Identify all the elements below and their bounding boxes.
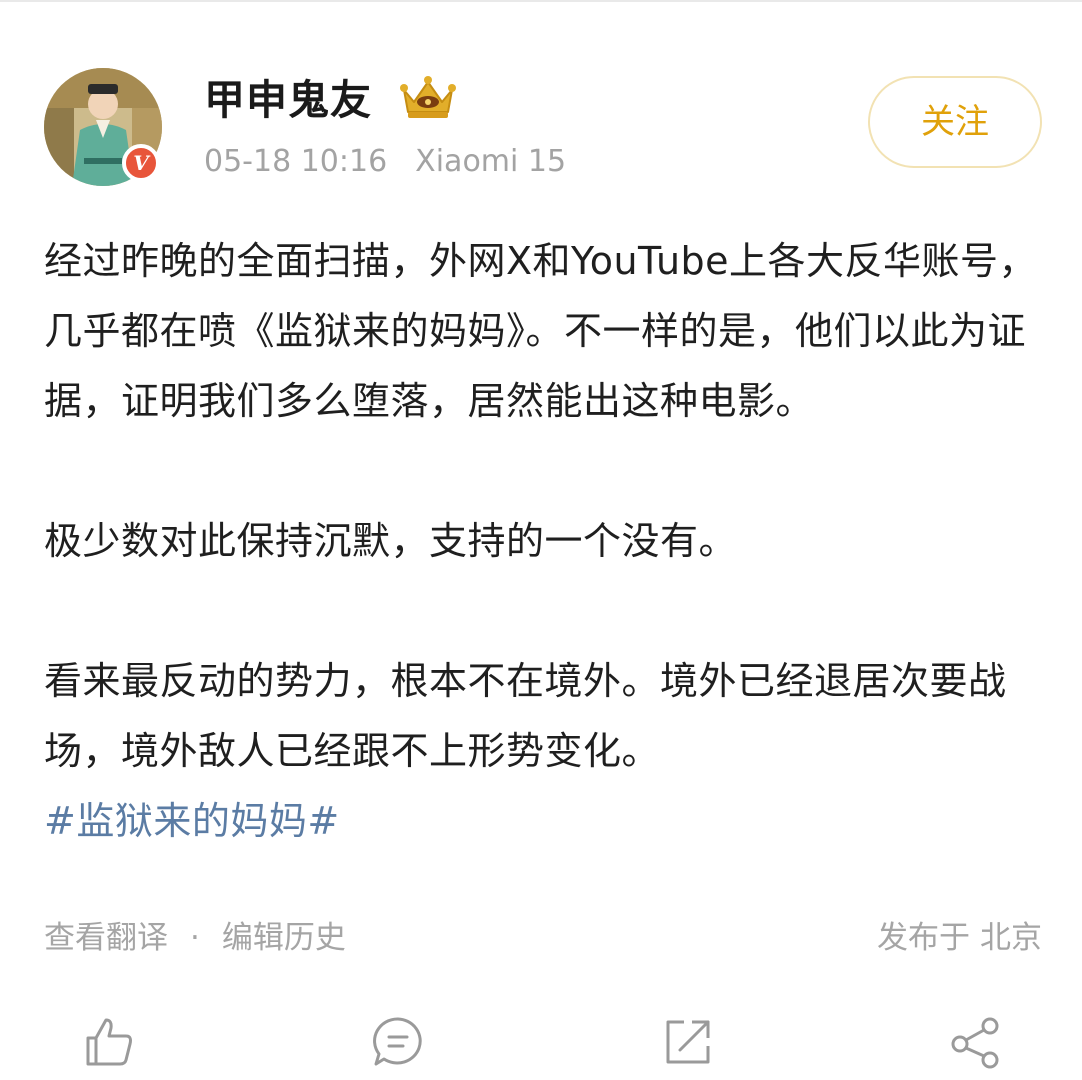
separator-dot: · (190, 920, 200, 956)
post-time: 05-18 10:16 (204, 144, 388, 179)
post-meta: 05-18 10:16 Xiaomi 15 (204, 142, 566, 182)
follow-button[interactable]: 关注 (868, 76, 1042, 168)
thumbs-up-icon (86, 1018, 132, 1066)
like-button[interactable] (80, 1014, 136, 1070)
repost-button[interactable] (660, 1014, 716, 1070)
post-footer-links: 查看翻译 · 编辑历史 (44, 916, 346, 960)
weibo-post-screen: V 甲申鬼友 05-18 10:16 Xiaomi 15 关注 经过昨晚的全面扫描… (0, 0, 1082, 1080)
hashtag-link[interactable]: #监狱来的妈妈# (44, 799, 340, 843)
share-icon (951, 1017, 999, 1069)
post-body: 经过昨晚的全面扫描，外网X和YouTube上各大反华账号，几乎都在喷《监狱来的妈… (44, 226, 1044, 856)
published-prefix: 发布于 (877, 920, 970, 956)
post-paragraph: 经过昨晚的全面扫描，外网X和YouTube上各大反华账号，几乎都在喷《监狱来的妈… (44, 239, 1038, 423)
translate-link[interactable]: 查看翻译 (44, 920, 168, 956)
verified-badge: V (122, 144, 160, 182)
share-button[interactable] (948, 1014, 1004, 1070)
comment-icon (373, 1017, 422, 1066)
post-paragraph: 看来最反动的势力，根本不在境外。境外已经退居次要战场，境外敌人已经跟不上形势变化… (44, 659, 1007, 773)
post-paragraph: 极少数对此保持沉默，支持的一个没有。 (44, 519, 738, 563)
edit-history-link[interactable]: 编辑历史 (222, 920, 346, 956)
location-text: 北京 (980, 920, 1042, 956)
repost-icon (666, 1020, 710, 1064)
post-device: Xiaomi 15 (415, 144, 567, 179)
comment-button[interactable] (370, 1014, 426, 1070)
crown-icon (400, 76, 456, 118)
author-name[interactable]: 甲申鬼友 (204, 74, 372, 126)
publish-location: 发布于 北京 (877, 916, 1042, 960)
